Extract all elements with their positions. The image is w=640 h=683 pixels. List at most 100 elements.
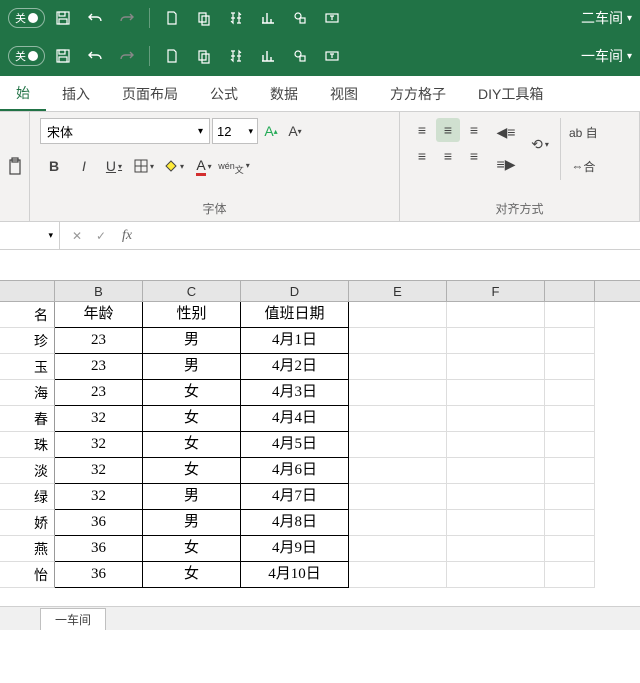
cell[interactable]: 4月8日 xyxy=(241,510,349,536)
cell[interactable] xyxy=(349,562,447,588)
cell[interactable] xyxy=(349,328,447,354)
cell[interactable] xyxy=(545,510,595,536)
row-header[interactable]: 淡 xyxy=(0,458,55,484)
cell[interactable]: 4月6日 xyxy=(241,458,349,484)
tab-fangfang[interactable]: 方方格子 xyxy=(374,76,462,111)
cell[interactable] xyxy=(545,380,595,406)
redo-icon[interactable] xyxy=(113,4,141,32)
fx-label[interactable]: fx xyxy=(118,228,132,244)
cell[interactable]: 32 xyxy=(55,484,143,510)
cancel-formula-icon[interactable]: ✕ xyxy=(66,229,88,243)
row-header[interactable]: 娇 xyxy=(0,510,55,536)
cell[interactable] xyxy=(545,432,595,458)
sheet-tab-active[interactable]: 一车间 xyxy=(40,608,106,630)
align-top-center-icon[interactable]: ≡ xyxy=(436,118,460,142)
bold-button[interactable]: B xyxy=(40,152,68,180)
tab-diy[interactable]: DIY工具箱 xyxy=(462,76,559,111)
cell[interactable] xyxy=(447,510,545,536)
shapes-icon[interactable] xyxy=(286,4,314,32)
row-header[interactable]: 春 xyxy=(0,406,55,432)
sort-icon[interactable] xyxy=(222,42,250,70)
textbox-icon[interactable] xyxy=(318,4,346,32)
cell[interactable] xyxy=(545,536,595,562)
cell[interactable]: 男 xyxy=(143,328,241,354)
tab-insert[interactable]: 插入 xyxy=(46,76,106,111)
cell[interactable] xyxy=(447,484,545,510)
underline-button[interactable]: U▾ xyxy=(100,152,128,180)
cell[interactable] xyxy=(545,406,595,432)
name-box[interactable]: ▾ xyxy=(0,222,60,249)
cell[interactable] xyxy=(447,354,545,380)
worksheet[interactable]: B C D E F 名年龄性别值班日期珍23男4月1日玉23男4月2日海23女4… xyxy=(0,250,640,630)
tab-view[interactable]: 视图 xyxy=(314,76,374,111)
cell[interactable]: 女 xyxy=(143,458,241,484)
cell[interactable] xyxy=(447,380,545,406)
wrap-text-button[interactable]: ab 自 xyxy=(569,118,598,146)
cell[interactable] xyxy=(349,458,447,484)
cell[interactable] xyxy=(545,562,595,588)
cell[interactable]: 4月5日 xyxy=(241,432,349,458)
cell[interactable]: 4月9日 xyxy=(241,536,349,562)
font-size-select[interactable]: 12▾ xyxy=(212,118,258,144)
shapes-icon[interactable] xyxy=(286,42,314,70)
row-header[interactable]: 玉 xyxy=(0,354,55,380)
cell[interactable] xyxy=(447,562,545,588)
cell[interactable]: 36 xyxy=(55,510,143,536)
cell[interactable]: 4月7日 xyxy=(241,484,349,510)
cell[interactable] xyxy=(349,484,447,510)
cell[interactable]: 32 xyxy=(55,458,143,484)
cell[interactable]: 36 xyxy=(55,536,143,562)
cell[interactable] xyxy=(447,432,545,458)
cell[interactable] xyxy=(447,458,545,484)
tab-home[interactable]: 始 xyxy=(0,76,46,111)
workbook-dropdown-2[interactable]: 一车间▾ xyxy=(581,46,632,66)
cell[interactable]: 4月10日 xyxy=(241,562,349,588)
cell[interactable]: 男 xyxy=(143,510,241,536)
undo-icon[interactable] xyxy=(81,42,109,70)
col-header-D[interactable]: D xyxy=(241,281,349,301)
copy-page-icon[interactable] xyxy=(190,4,218,32)
row-header[interactable]: 珠 xyxy=(0,432,55,458)
autosave-toggle[interactable]: 关 xyxy=(8,8,45,28)
chart-icon[interactable] xyxy=(254,4,282,32)
confirm-formula-icon[interactable]: ✓ xyxy=(90,229,112,243)
cell[interactable] xyxy=(447,536,545,562)
cell[interactable]: 性别 xyxy=(143,302,241,328)
cell[interactable]: 4月4日 xyxy=(241,406,349,432)
font-color-button[interactable]: A▾ xyxy=(190,152,218,180)
cell[interactable] xyxy=(545,328,595,354)
cell[interactable] xyxy=(349,432,447,458)
sort-icon[interactable] xyxy=(222,4,250,32)
tab-page-layout[interactable]: 页面布局 xyxy=(106,76,194,111)
row-header[interactable]: 怡 xyxy=(0,562,55,588)
font-name-select[interactable]: 宋体▾ xyxy=(40,118,210,144)
cell[interactable] xyxy=(349,354,447,380)
cell[interactable]: 4月2日 xyxy=(241,354,349,380)
border-button[interactable]: ▾ xyxy=(130,152,158,180)
cell[interactable] xyxy=(447,328,545,354)
align-right-icon[interactable]: ≡ xyxy=(462,144,486,168)
cell[interactable] xyxy=(545,484,595,510)
align-center-icon[interactable]: ≡ xyxy=(436,144,460,168)
cell[interactable] xyxy=(349,302,447,328)
paste-icon[interactable] xyxy=(1,153,29,181)
undo-icon[interactable] xyxy=(81,4,109,32)
cell[interactable] xyxy=(545,458,595,484)
col-header-rest[interactable] xyxy=(545,281,595,301)
col-header-E[interactable]: E xyxy=(349,281,447,301)
copy-page-icon[interactable] xyxy=(190,42,218,70)
save-icon[interactable] xyxy=(49,42,77,70)
decrease-font-icon[interactable]: A▾ xyxy=(284,118,306,144)
tab-formulas[interactable]: 公式 xyxy=(194,76,254,111)
cell[interactable]: 32 xyxy=(55,432,143,458)
chart-icon[interactable] xyxy=(254,42,282,70)
cell[interactable]: 女 xyxy=(143,406,241,432)
row-header[interactable]: 珍 xyxy=(0,328,55,354)
col-header-F[interactable]: F xyxy=(447,281,545,301)
tab-data[interactable]: 数据 xyxy=(254,76,314,111)
align-top-left-icon[interactable]: ≡ xyxy=(410,118,434,142)
cell[interactable] xyxy=(545,354,595,380)
cell[interactable]: 女 xyxy=(143,562,241,588)
cell[interactable] xyxy=(447,406,545,432)
cell[interactable] xyxy=(349,510,447,536)
